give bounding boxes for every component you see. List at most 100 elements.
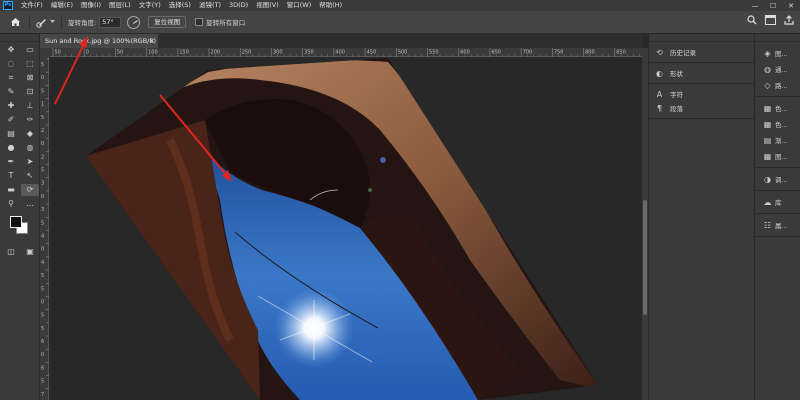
panel-paragraph-label: 段落 (670, 105, 683, 113)
brush-tool-icon[interactable]: ✐ (2, 114, 20, 126)
panel-group-color: ▦ 色... ▦ 色... ▤ 渐... ▦ 图... (755, 97, 800, 168)
crop-tool-icon[interactable]: ⌗ (2, 72, 20, 84)
panel-gradients-label: 渐... (775, 137, 788, 145)
share-icon[interactable] (784, 15, 794, 25)
menu-select[interactable]: 选择(S) (165, 0, 195, 11)
close-tab-icon[interactable]: × (149, 34, 155, 48)
maximize-button[interactable]: ☐ (764, 0, 782, 11)
panel-grip[interactable] (0, 34, 39, 42)
separator (61, 15, 62, 29)
ruler-label: 0 (41, 299, 44, 305)
workspace-icon[interactable] (765, 15, 776, 25)
eraser-tool-icon[interactable]: ◆ (21, 128, 39, 140)
ruler-label: 50 (117, 50, 123, 56)
separator (29, 15, 30, 29)
move-tool-icon[interactable]: ✥ (2, 44, 20, 56)
panel-adjustments[interactable]: ◑ 调... (755, 171, 800, 187)
ruler-tool-icon[interactable]: ⊡ (21, 86, 39, 98)
search-icon[interactable] (747, 15, 757, 25)
menu-view[interactable]: 视图(V) (252, 0, 283, 11)
direct-selection-icon[interactable]: ↖ (21, 170, 39, 182)
rotation-angle-input[interactable]: 57° (99, 16, 122, 28)
history-brush-icon[interactable]: ✑ (21, 114, 39, 126)
panel-swatches[interactable]: ▦ 色... (755, 116, 800, 132)
panel-patterns[interactable]: ▦ 图... (755, 148, 800, 164)
gradient-tool-icon[interactable]: ▤ (2, 128, 20, 140)
close-window-button[interactable]: ✕ (782, 0, 800, 11)
panel-layers[interactable]: ◈ 图... (755, 45, 800, 61)
menu-edit[interactable]: 编辑(E) (47, 0, 77, 11)
menu-type[interactable]: 文字(Y) (135, 0, 165, 11)
paragraph-icon: ¶ (656, 103, 663, 113)
panel-paths[interactable]: ◇ 路... (755, 77, 800, 93)
healing-brush-icon[interactable]: ✚ (2, 100, 20, 112)
ruler-label: 5 (41, 286, 44, 292)
panel-channels[interactable]: ◍ 通... (755, 61, 800, 77)
blur-tool-icon[interactable]: ◍ (21, 142, 39, 154)
options-right-controls (747, 15, 794, 25)
marquee-tool-icon[interactable]: ⬚ (21, 58, 39, 70)
more-tools-icon[interactable]: … (21, 198, 39, 210)
quick-mask-icon[interactable]: ◫ (2, 246, 20, 258)
menu-image[interactable]: 图像(I) (77, 0, 105, 11)
menu-bar: Ps 文件(F) 编辑(E) 图像(I) 图层(L) 文字(Y) 选择(S) 滤… (0, 0, 800, 11)
ruler-label: 1 (41, 102, 44, 108)
panel-color[interactable]: ▦ 色... (755, 100, 800, 116)
ruler-label: 750 (554, 50, 564, 56)
menu-filter[interactable]: 滤镜(T) (195, 0, 225, 11)
panel-libraries[interactable]: ☁ 库 (755, 194, 800, 210)
lasso-tool-icon[interactable]: ◌ (2, 58, 20, 70)
dodge-tool-icon[interactable]: ● (2, 142, 20, 154)
menu-help[interactable]: 帮助(H) (315, 0, 346, 11)
scrollbar-thumb[interactable] (643, 200, 647, 315)
horizontal-ruler[interactable]: 50 0 50 100 150 200 250 300 350 400 450 500 550 600 65… (49, 48, 642, 57)
reset-view-button[interactable]: 复位视图 (148, 16, 187, 28)
panel-grip[interactable] (649, 34, 754, 42)
ruler-label: 200 (211, 50, 221, 56)
zoom-tool-icon[interactable]: ⚲ (2, 198, 20, 210)
rotate-view-tool-icon[interactable]: ⟳ (21, 184, 39, 196)
path-selection-icon[interactable]: ➤ (21, 156, 39, 168)
panel-character-label: 字符 (670, 91, 683, 99)
menu-3d[interactable]: 3D(D) (225, 0, 252, 11)
ruler-label: 5 (41, 326, 44, 332)
foreground-color-swatch[interactable] (10, 216, 22, 228)
stamp-tool-icon[interactable]: ⊥ (21, 100, 39, 112)
pen-tool-icon[interactable]: ✒ (2, 156, 20, 168)
collapsed-panels-right: ◈ 图... ◍ 通... ◇ 路... ▦ 色... ▦ 色... ▤ 渐..… (754, 34, 800, 400)
panel-history[interactable]: ⟲ 历史记录 (649, 45, 754, 59)
eyedropper-tool-icon[interactable]: ✎ (2, 86, 20, 98)
menu-file[interactable]: 文件(F) (17, 0, 47, 11)
ruler-origin[interactable] (40, 48, 49, 57)
ruler-label: 0 (41, 75, 44, 81)
panel-grip[interactable] (755, 34, 800, 42)
vertical-ruler-ticks: 5 0 5 1 5 2 0 2 5 3 0 3 5 4 0 4 5 5 0 5 5 6 0 6 5 7 (41, 58, 49, 398)
menu-window[interactable]: 窗口(W) (283, 0, 316, 11)
rotate-all-windows-checkbox[interactable] (195, 18, 204, 26)
minimize-button[interactable]: — (746, 0, 764, 11)
vertical-ruler[interactable]: 5 0 5 1 5 2 0 2 5 3 0 3 5 4 0 4 5 5 0 5 5 6 0 6 5 7 (40, 57, 49, 400)
artboard-tool-icon[interactable]: ▭ (21, 44, 39, 56)
canvas-area[interactable] (49, 57, 642, 400)
properties-icon: ☷ (763, 220, 772, 230)
ruler-label: 300 (273, 50, 283, 56)
chevron-down-icon (50, 20, 55, 23)
panel-paragraph[interactable]: ¶ 段落 (649, 101, 754, 115)
type-tool-icon[interactable]: T (2, 170, 20, 182)
document-tab[interactable]: Sun and Rock.jpg @ 100%(RGB/8) * × (40, 34, 158, 48)
panel-shapes[interactable]: ◐ 形状 (649, 66, 754, 80)
frame-tool-icon[interactable]: ⊠ (21, 72, 39, 84)
tool-preset-picker[interactable] (36, 16, 55, 28)
menu-layer[interactable]: 图层(L) (105, 0, 135, 11)
screen-mode-icon[interactable]: ▣ (21, 246, 39, 258)
panel-character[interactable]: A 字符 (649, 87, 754, 101)
home-button[interactable] (7, 14, 23, 30)
shapes-icon: ◐ (656, 68, 663, 78)
rectangle-tool-icon[interactable]: ▬ (2, 184, 20, 196)
panel-gradients[interactable]: ▤ 渐... (755, 132, 800, 148)
panel-properties[interactable]: ☷ 属... (755, 217, 800, 233)
rotation-dial[interactable] (127, 15, 141, 29)
paths-icon: ◇ (764, 80, 771, 90)
ruler-label: 6 (41, 339, 44, 345)
ruler-label: 5 (41, 379, 44, 385)
